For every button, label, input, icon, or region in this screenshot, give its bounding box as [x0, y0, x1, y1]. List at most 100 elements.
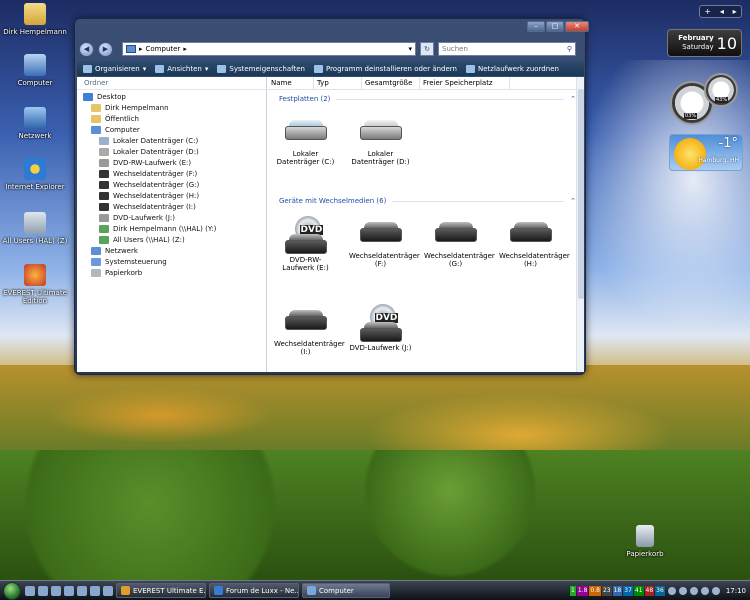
desktop-icon-computer[interactable]: Computer: [0, 54, 70, 87]
tree-item-label: Dirk Hempelmann (\\HAL) (Y:): [113, 224, 217, 233]
tree-item[interactable]: Lokaler Datenträger (C:): [77, 135, 266, 146]
views-button[interactable]: Ansichten ▾: [155, 64, 208, 73]
tree-item[interactable]: All Users (\\HAL) (Z:): [77, 234, 266, 245]
search-input[interactable]: Suchen ⚲: [438, 42, 576, 56]
minimize-button[interactable]: –: [527, 21, 545, 32]
everest-icon: [24, 264, 46, 286]
next-icon[interactable]: ▸: [733, 7, 737, 16]
tray-sensor-value[interactable]: 37: [623, 585, 633, 596]
tree-item[interactable]: Desktop: [77, 91, 266, 102]
task-everest[interactable]: EVEREST Ultimate E...: [116, 583, 206, 598]
drive-item[interactable]: Lokaler Datenträger (D:): [343, 106, 418, 194]
column-name[interactable]: Name: [268, 77, 314, 89]
tree-item[interactable]: Papierkorb: [77, 267, 266, 278]
map-network-drive-button[interactable]: Netzlaufwerk zuordnen: [466, 64, 559, 73]
tray-icon-4[interactable]: [700, 586, 709, 595]
group-header[interactable]: Festplatten (2) ⌃: [268, 92, 584, 106]
tray-sensor-value[interactable]: 1.8: [576, 585, 589, 596]
desktop-icon-label: All Users (HAL) (Z): [2, 237, 68, 245]
tree-item[interactable]: Computer: [77, 124, 266, 135]
cpu-meter-gadget[interactable]: 03% 43%: [670, 73, 742, 128]
tray-sensor-value[interactable]: 1: [570, 585, 576, 596]
refresh-button[interactable]: ↻: [420, 42, 434, 56]
tree-item[interactable]: Wechseldatenträger (I:): [77, 201, 266, 212]
folders-header[interactable]: Ordner: [77, 77, 266, 90]
group-title: Festplatten (2): [279, 95, 331, 103]
tree-item-icon: [91, 257, 101, 266]
quick-launch-ie-icon[interactable]: [51, 585, 61, 596]
address-separator-icon: ▸: [183, 45, 187, 53]
search-icon[interactable]: ⚲: [567, 45, 572, 53]
weather-city: Hamburg, HH: [698, 157, 739, 164]
calendar-gadget[interactable]: February Saturday 10: [667, 29, 742, 57]
address-dropdown-icon[interactable]: ▾: [408, 45, 412, 53]
tray-sensor-value[interactable]: 36: [655, 585, 665, 596]
quick-launch-switch-windows-icon[interactable]: [38, 585, 48, 596]
drive-item[interactable]: Wechseldatenträger (H:): [493, 208, 570, 296]
quick-launch-app2-icon[interactable]: [103, 585, 113, 596]
drive-item[interactable]: DVD DVD-Laufwerk (J:): [343, 296, 418, 384]
scrollbar-thumb[interactable]: [578, 89, 584, 299]
task-computer[interactable]: Computer: [302, 583, 390, 598]
drive-item[interactable]: Wechseldatenträger (G:): [418, 208, 495, 296]
address-bar[interactable]: ▸ Computer ▸ ▾: [122, 42, 416, 56]
close-button[interactable]: ✕: [565, 21, 589, 32]
tray-sensor-value[interactable]: 0.8: [589, 585, 601, 596]
vertical-scrollbar[interactable]: [576, 77, 584, 372]
quick-launch-media-icon[interactable]: [77, 585, 87, 596]
desktop-icon-network-drive[interactable]: All Users (HAL) (Z): [0, 212, 70, 245]
quick-launch-folder-icon[interactable]: [64, 585, 74, 596]
maximize-button[interactable]: □: [546, 21, 564, 32]
drive-item[interactable]: Wechseldatenträger (I:): [268, 296, 345, 384]
system-properties-button[interactable]: Systemeigenschaften: [217, 64, 305, 73]
taskbar-clock[interactable]: 17:10: [726, 587, 746, 595]
tray-sensor-value[interactable]: 18: [612, 585, 623, 596]
tree-item-label: Lokaler Datenträger (D:): [113, 147, 199, 156]
drive-item[interactable]: Lokaler Datenträger (C:): [268, 106, 343, 194]
desktop-icon-recycle-bin[interactable]: Papierkorb: [610, 525, 680, 558]
desktop-icon-network[interactable]: Netzwerk: [0, 107, 70, 140]
sidebar-controls[interactable]: + ◂ ▸: [699, 5, 742, 18]
tray-icon-3[interactable]: [689, 586, 698, 595]
tray-icon-2[interactable]: [678, 586, 687, 595]
tree-item-label: Öffentlich: [105, 114, 139, 123]
group-title: Geräte mit Wechselmedien (6): [279, 197, 387, 205]
tree-item[interactable]: Öffentlich: [77, 113, 266, 124]
tray-icon-1[interactable]: [667, 586, 676, 595]
drive-body: [284, 240, 327, 254]
uninstall-program-button[interactable]: Programm deinstallieren oder ändern: [313, 64, 457, 73]
tree-item[interactable]: Lokaler Datenträger (D:): [77, 146, 266, 157]
desktop-icon-everest[interactable]: EVEREST Ultimate Edition: [0, 264, 70, 305]
tree-item[interactable]: Netzwerk: [77, 245, 266, 256]
column-total-size[interactable]: Gesamtgröße: [362, 77, 420, 89]
quick-launch-show-desktop-icon[interactable]: [25, 585, 35, 596]
prev-icon[interactable]: ◂: [720, 7, 724, 16]
weather-gadget[interactable]: -1° Hamburg, HH: [669, 134, 743, 171]
column-type[interactable]: Typ: [314, 77, 362, 89]
column-free-space[interactable]: Freier Speicherplatz: [420, 77, 510, 89]
desktop-icon-user-folder[interactable]: Dirk Hempelmann: [0, 3, 70, 36]
task-forum[interactable]: Forum de Luxx - Ne...: [209, 583, 299, 598]
back-button[interactable]: ◀: [79, 41, 94, 57]
drive-item[interactable]: Wechseldatenträger (F:): [343, 208, 420, 296]
tray-sensor-value[interactable]: 23: [601, 585, 612, 596]
organize-button[interactable]: Organisieren ▾: [83, 64, 146, 73]
group-header[interactable]: Geräte mit Wechselmedien (6) ⌃: [268, 194, 584, 208]
tree-item[interactable]: Wechseldatenträger (G:): [77, 179, 266, 190]
tray-sensor-value[interactable]: 41: [633, 585, 644, 596]
tree-item[interactable]: DVD-RW-Laufwerk (E:): [77, 157, 266, 168]
add-gadget-icon[interactable]: +: [704, 7, 711, 16]
tree-item[interactable]: Wechseldatenträger (H:): [77, 190, 266, 201]
start-button[interactable]: [3, 581, 21, 600]
tree-item[interactable]: Dirk Hempelmann: [77, 102, 266, 113]
tree-item[interactable]: Systemsteuerung: [77, 256, 266, 267]
forward-button[interactable]: ▶: [98, 41, 113, 57]
tray-sensor-value[interactable]: 48: [644, 585, 655, 596]
tree-item[interactable]: DVD-Laufwerk (J:): [77, 212, 266, 223]
tree-item[interactable]: Wechseldatenträger (F:): [77, 168, 266, 179]
tray-icon-5[interactable]: [711, 586, 720, 595]
desktop-icon-internet-explorer[interactable]: Internet Explorer: [0, 158, 70, 191]
drive-item[interactable]: DVD DVD-RW-Laufwerk (E:): [268, 208, 343, 296]
tree-item[interactable]: Dirk Hempelmann (\\HAL) (Y:): [77, 223, 266, 234]
quick-launch-app-icon[interactable]: [90, 585, 100, 596]
